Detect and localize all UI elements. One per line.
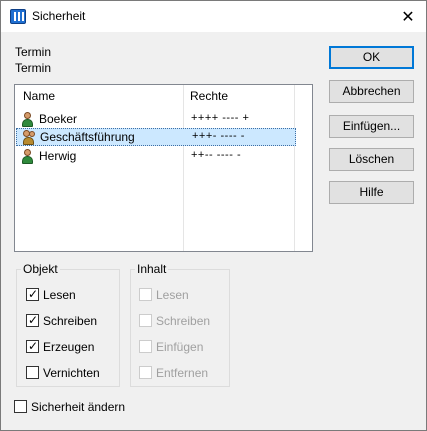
column-divider bbox=[294, 85, 295, 251]
checkbox-box[interactable]: ✓ bbox=[26, 287, 39, 301]
checkbox-box[interactable] bbox=[26, 366, 39, 379]
object-label-2: Termin bbox=[15, 61, 52, 75]
inhalt-groupbox-title: Inhalt bbox=[135, 262, 169, 276]
ok-button[interactable]: OK bbox=[329, 46, 414, 69]
objekt-groupbox: Objekt ✓ Lesen ✓ Schreiben ✓ Erzeugen Ve… bbox=[16, 262, 120, 387]
user-icon bbox=[20, 149, 34, 164]
checkbox-label: Schreiben bbox=[43, 314, 98, 328]
close-icon[interactable]: ✕ bbox=[390, 1, 426, 32]
checkbox-label: Entfernen bbox=[156, 366, 209, 380]
checkbox-box bbox=[139, 314, 152, 327]
list-item-rights: +++- ---- - bbox=[192, 130, 245, 142]
checkbox-label: Lesen bbox=[43, 288, 76, 302]
group-icon bbox=[21, 130, 35, 145]
checkbox-label: Vernichten bbox=[43, 366, 100, 380]
list-item-name: Geschäftsführung bbox=[40, 130, 135, 144]
object-label-1: Termin bbox=[15, 45, 52, 59]
checkbox-label: Erzeugen bbox=[43, 340, 95, 354]
app-icon bbox=[10, 9, 26, 24]
checkbox-box bbox=[139, 288, 152, 301]
list-item-rights: ++-- ---- - bbox=[191, 149, 242, 161]
title-bar[interactable]: Sicherheit ✕ bbox=[1, 1, 426, 32]
list-item-rights: ++++ ---- + bbox=[191, 112, 250, 124]
checkbox-label: Sicherheit ändern bbox=[31, 400, 126, 414]
check-icon: ✓ bbox=[28, 339, 39, 353]
checkbox-box[interactable] bbox=[14, 400, 27, 413]
permissions-list[interactable]: Name Rechte Boeker ++++ ---- + Geschäfts… bbox=[14, 84, 313, 252]
user-icon bbox=[20, 112, 34, 127]
checkbox-box bbox=[139, 366, 152, 379]
list-item[interactable]: Herwig ++-- ---- - bbox=[16, 148, 296, 166]
delete-button[interactable]: Löschen bbox=[329, 148, 414, 171]
help-button[interactable]: Hilfe bbox=[329, 181, 414, 204]
checkbox-label: Lesen bbox=[156, 288, 189, 302]
window-title: Sicherheit bbox=[32, 9, 86, 23]
list-item-name: Boeker bbox=[39, 112, 78, 126]
list-header: Name Rechte bbox=[15, 85, 312, 107]
checkbox-box[interactable]: ✓ bbox=[26, 339, 39, 353]
check-icon: ✓ bbox=[28, 287, 39, 301]
checkbox-box bbox=[139, 340, 152, 353]
column-divider bbox=[183, 85, 184, 251]
insert-button[interactable]: Einfügen... bbox=[329, 115, 414, 138]
checkbox-label: Einfügen bbox=[156, 340, 204, 354]
column-header-rights[interactable]: Rechte bbox=[184, 85, 294, 107]
checkbox-box[interactable]: ✓ bbox=[26, 313, 39, 327]
list-item[interactable]: Boeker ++++ ---- + bbox=[16, 111, 296, 129]
check-icon: ✓ bbox=[28, 313, 39, 327]
objekt-groupbox-title: Objekt bbox=[21, 262, 60, 276]
column-header-name[interactable]: Name bbox=[17, 85, 183, 107]
cancel-button[interactable]: Abbrechen bbox=[329, 80, 414, 103]
list-item[interactable]: Geschäftsführung +++- ---- - bbox=[16, 128, 296, 146]
list-item-name: Herwig bbox=[39, 149, 77, 163]
inhalt-groupbox: Inhalt Lesen Schreiben Einfügen Entferne… bbox=[130, 262, 230, 387]
security-dialog: Sicherheit ✕ Termin Termin Name Rechte B… bbox=[0, 0, 427, 431]
checkbox-label: Schreiben bbox=[156, 314, 211, 328]
